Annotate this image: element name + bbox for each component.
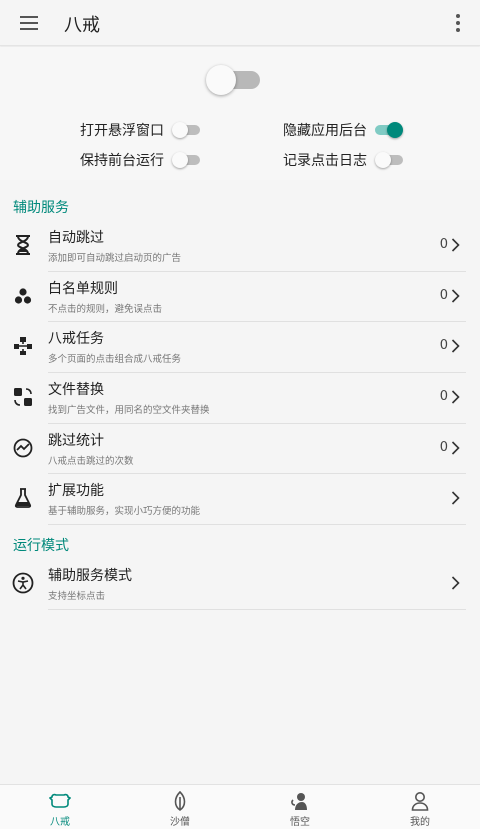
- accessibility-list: 自动跳过 添加即可自动跳过启动页的广告 0 白名单规则 不点击的规则，避免误点击…: [0, 221, 480, 526]
- flask-icon: [12, 487, 34, 509]
- item-subtitle: 找到广告文件，用同名的空文件夹替换: [48, 405, 210, 417]
- chevron-right-icon: [451, 289, 460, 303]
- run-mode-list: 辅助服务模式 支持坐标点击: [0, 559, 480, 610]
- bottom-navigation: 八戒 沙僧 悟空 我的: [0, 784, 480, 829]
- more-vert-icon[interactable]: [450, 12, 466, 34]
- item-count: 0: [439, 287, 448, 303]
- keep-foreground-switch[interactable]: [172, 152, 200, 168]
- tab-label: 八戒: [50, 817, 70, 828]
- item-title: 自动跳过: [48, 230, 104, 246]
- item-count: 0: [439, 389, 448, 405]
- chevron-right-icon: [451, 576, 460, 590]
- item-count: 0: [439, 237, 448, 252]
- item-title: 跳过统计: [48, 432, 104, 449]
- tab-label: 悟空: [290, 817, 310, 828]
- floating-window-option: 打开悬浮窗口: [80, 120, 200, 140]
- tab-bajie[interactable]: 八戒: [0, 785, 120, 829]
- hide-recents-option: 隐藏应用后台: [283, 120, 403, 140]
- swap-icon: [12, 386, 34, 408]
- log-clicks-label: 记录点击日志: [283, 153, 367, 169]
- list-item-whitelist[interactable]: 白名单规则 不点击的规则，避免误点击 0: [0, 272, 480, 323]
- floating-window-switch[interactable]: [172, 122, 200, 138]
- monkey-icon: [289, 791, 311, 811]
- chevron-right-icon: [451, 441, 460, 455]
- keep-foreground-label: 保持前台运行: [80, 153, 164, 169]
- floating-window-label: 打开悬浮窗口: [80, 123, 164, 139]
- list-item-extensions[interactable]: 扩展功能 基于辅助服务，实现小巧方便的功能: [0, 474, 480, 526]
- item-title: 扩展功能: [48, 483, 104, 500]
- section-title-run-mode: 运行模式: [13, 538, 69, 554]
- tab-label: 我的: [410, 817, 430, 828]
- section-title-accessibility: 辅助服务: [13, 200, 69, 216]
- tab-wukong[interactable]: 悟空: [240, 785, 360, 829]
- hide-recents-label: 隐藏应用后台: [283, 123, 367, 139]
- list-item-accessibility-mode[interactable]: 辅助服务模式 支持坐标点击: [0, 559, 480, 610]
- chevron-right-icon: [451, 491, 460, 506]
- item-subtitle: 八戒点击跳过的次数: [48, 455, 134, 467]
- leaf-icon: [169, 791, 191, 811]
- chevron-right-icon: [451, 339, 460, 353]
- menu-icon[interactable]: [16, 12, 42, 34]
- chevron-right-icon: [451, 390, 460, 404]
- item-subtitle: 不点击的规则，避免误点击: [48, 303, 163, 315]
- chevron-right-icon: [451, 238, 460, 252]
- stats-icon: [12, 437, 34, 459]
- list-item-skip-stats[interactable]: 跳过统计 八戒点击跳过的次数 0: [0, 424, 480, 475]
- item-count: 0: [439, 338, 448, 354]
- hide-recents-switch[interactable]: [375, 122, 403, 138]
- item-subtitle: 基于辅助服务，实现小巧方便的功能: [48, 506, 201, 518]
- app-title: 八戒: [64, 15, 100, 36]
- app-bar: 八戒: [0, 0, 480, 46]
- item-title: 白名单规则: [48, 280, 118, 297]
- hourglass-icon: [12, 234, 34, 256]
- master-switch[interactable]: [206, 65, 262, 95]
- tab-shaseng[interactable]: 沙僧: [120, 785, 240, 829]
- dots-cluster-icon: [12, 285, 34, 307]
- item-title: 文件替换: [48, 382, 104, 399]
- pig-icon: [49, 791, 71, 811]
- item-title: 辅助服务模式: [48, 568, 132, 584]
- accessibility-icon: [12, 572, 34, 594]
- item-count: 0: [439, 439, 448, 455]
- tab-label: 沙僧: [170, 817, 190, 828]
- item-subtitle: 添加即可自动跳过启动页的广告: [48, 253, 182, 264]
- list-item-auto-skip[interactable]: 自动跳过 添加即可自动跳过启动页的广告 0: [0, 221, 480, 272]
- item-subtitle: 支持坐标点击: [48, 591, 106, 602]
- log-clicks-option: 记录点击日志: [283, 150, 403, 170]
- log-clicks-switch[interactable]: [375, 152, 403, 168]
- switch-panel: 打开悬浮窗口 隐藏应用后台 保持前台运行 记录点击日志: [0, 47, 480, 180]
- item-title: 八戒任务: [48, 331, 104, 348]
- item-subtitle: 多个页面的点击组合成八戒任务: [48, 354, 182, 366]
- list-item-tasks[interactable]: 八戒任务 多个页面的点击组合成八戒任务 0: [0, 322, 480, 374]
- list-item-file-replace[interactable]: 文件替换 找到广告文件，用同名的空文件夹替换 0: [0, 373, 480, 424]
- person-icon: [409, 791, 431, 811]
- workflow-icon: [12, 335, 34, 357]
- keep-foreground-option: 保持前台运行: [80, 150, 200, 170]
- tab-mine[interactable]: 我的: [360, 785, 480, 829]
